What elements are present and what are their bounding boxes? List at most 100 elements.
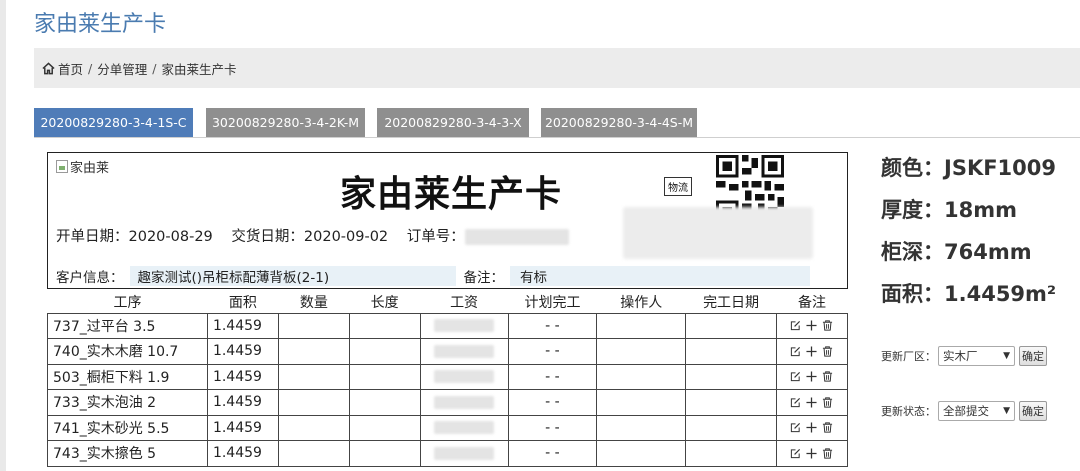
wage-redacted (434, 344, 495, 358)
cell-planned-completion: - - (507, 389, 598, 416)
trash-icon[interactable] (822, 448, 833, 459)
breadcrumb-separator: / (152, 60, 157, 76)
tab-order-4[interactable]: 20200829280-3-4-4S-M (541, 108, 697, 137)
edit-icon[interactable] (790, 371, 801, 382)
order-tabs: 20200829280-3-4-1S-C 30200829280-3-4-2K-… (34, 108, 1080, 138)
breadcrumb-home-link[interactable]: 首页 (58, 59, 83, 78)
cell-wage (419, 338, 509, 365)
order-number-label: 订单号： (406, 229, 465, 245)
cell-process: 743_实木擦色 5 (47, 440, 208, 467)
tab-order-1[interactable]: 20200829280-3-4-1S-C (34, 108, 193, 137)
trash-icon[interactable] (822, 422, 833, 433)
cell-area: 1.4459 (206, 414, 279, 441)
factory-update-control: 更新厂区： 实木厂 ▼ 确定 (881, 346, 1047, 366)
cell-length (348, 312, 421, 339)
delivery-date: 交货日期：2020-09-02 (231, 229, 389, 245)
card-title: 家由莱生产卡 (340, 174, 563, 215)
breadcrumb-order-management-link[interactable]: 分单管理 (97, 59, 147, 78)
table-header-row: 工序 面积 数量 长度 工资 计划完工 操作人 完工日期 备注 (48, 291, 848, 313)
trash-icon[interactable] (822, 371, 833, 382)
page-title: 家由莱生产卡 (34, 12, 167, 37)
header-area: 面积 (228, 294, 257, 311)
status-confirm-button[interactable]: 确定 (1019, 401, 1047, 421)
row-actions (782, 346, 842, 357)
spec-depth: 柜深：764mm (881, 240, 1032, 264)
row-actions (782, 397, 842, 408)
factory-select[interactable]: 实木厂 ▼ (938, 346, 1015, 366)
production-card: 家由莱 家由莱生产卡 物流 开单日期：2020-08-29 交货日期：2020-… (47, 152, 848, 289)
header-quantity: 数量 (299, 294, 328, 311)
wage-redacted (434, 395, 495, 409)
cell-length (348, 414, 421, 441)
table-row: 733_实木泡油 2 1.4459 - - (47, 389, 849, 416)
table-row: 737_过平台 3.5 1.4459 - - (47, 312, 849, 339)
logistics-button[interactable]: 物流 (664, 177, 692, 196)
tab-order-3[interactable]: 20200829280-3-4-3-X (377, 108, 529, 137)
cell-actions (775, 312, 849, 339)
factory-label: 更新厂区： (881, 350, 936, 363)
breadcrumb-current: 家由莱生产卡 (161, 61, 237, 77)
wage-redacted (434, 446, 495, 460)
status-select[interactable]: 全部提交 ▼ (938, 401, 1015, 421)
edit-icon[interactable] (790, 320, 801, 331)
remark-value: 有标 (510, 266, 810, 286)
breadcrumb: 首页 / 分单管理 / 家由莱生产卡 (34, 48, 1080, 88)
cell-process: 503_橱柜下料 1.9 (47, 363, 208, 390)
add-icon[interactable] (806, 422, 818, 433)
edit-icon[interactable] (790, 422, 801, 433)
row-actions (782, 448, 842, 459)
trash-icon[interactable] (822, 320, 833, 331)
table-row: 503_橱柜下料 1.9 1.4459 - - (47, 363, 849, 390)
logo-alt-text: 家由莱 (70, 161, 110, 176)
wage-redacted (434, 370, 495, 384)
cell-operator (596, 389, 687, 416)
spec-thickness: 厚度：18mm (881, 198, 1017, 222)
tab-order-2[interactable]: 30200829280-3-4-2K-M (206, 108, 365, 137)
add-icon[interactable] (806, 448, 818, 459)
add-icon[interactable] (806, 346, 818, 357)
cell-planned-completion: - - (507, 312, 598, 339)
cell-operator (596, 338, 687, 365)
remark-label: 备注： (463, 270, 505, 286)
cell-planned-completion: - - (507, 363, 598, 390)
cell-quantity (277, 389, 350, 416)
cell-length (348, 338, 421, 365)
trash-icon[interactable] (822, 346, 833, 357)
cell-process: 740_实木木磨 10.7 (47, 338, 208, 365)
edit-icon[interactable] (790, 346, 801, 357)
cell-operator (596, 312, 687, 339)
cell-area: 1.4459 (206, 338, 279, 365)
factory-select-value: 实木厂 (943, 349, 978, 363)
table-row: 743_实木擦色 5 1.4459 - - (47, 440, 849, 467)
status-update-control: 更新状态： 全部提交 ▼ 确定 (881, 401, 1047, 421)
header-operator: 操作人 (620, 294, 663, 311)
wage-redacted (434, 319, 495, 333)
row-actions (782, 320, 842, 331)
order-number-redacted (464, 229, 569, 245)
cell-area: 1.4459 (206, 440, 279, 467)
edit-icon[interactable] (790, 448, 801, 459)
open-date: 开单日期：2020-08-29 (56, 229, 213, 245)
trash-icon[interactable] (822, 397, 833, 408)
add-icon[interactable] (806, 397, 818, 408)
add-icon[interactable] (806, 320, 818, 331)
cell-completion-date (685, 414, 777, 441)
status-select-value: 全部提交 (943, 404, 989, 418)
cell-planned-completion: - - (507, 414, 598, 441)
factory-confirm-button[interactable]: 确定 (1019, 346, 1047, 366)
cell-actions (775, 389, 849, 416)
chevron-down-icon: ▼ (1003, 351, 1010, 361)
header-planned-completion: 计划完工 (524, 294, 581, 311)
chevron-down-icon: ▼ (1003, 406, 1010, 416)
cell-operator (596, 363, 687, 390)
spec-panel: 颜色：JSKF1009 厚度：18mm 柜深：764mm 面积：1.4459m² (881, 150, 1056, 318)
edit-icon[interactable] (790, 397, 801, 408)
cell-area: 1.4459 (206, 312, 279, 339)
cell-area: 1.4459 (206, 389, 279, 416)
header-wage: 工资 (450, 294, 479, 311)
cell-length (348, 389, 421, 416)
add-icon[interactable] (806, 371, 818, 382)
cell-quantity (277, 440, 350, 467)
table-row: 740_实木木磨 10.7 1.4459 - - (47, 338, 849, 365)
cell-process: 741_实木砂光 5.5 (47, 414, 208, 441)
